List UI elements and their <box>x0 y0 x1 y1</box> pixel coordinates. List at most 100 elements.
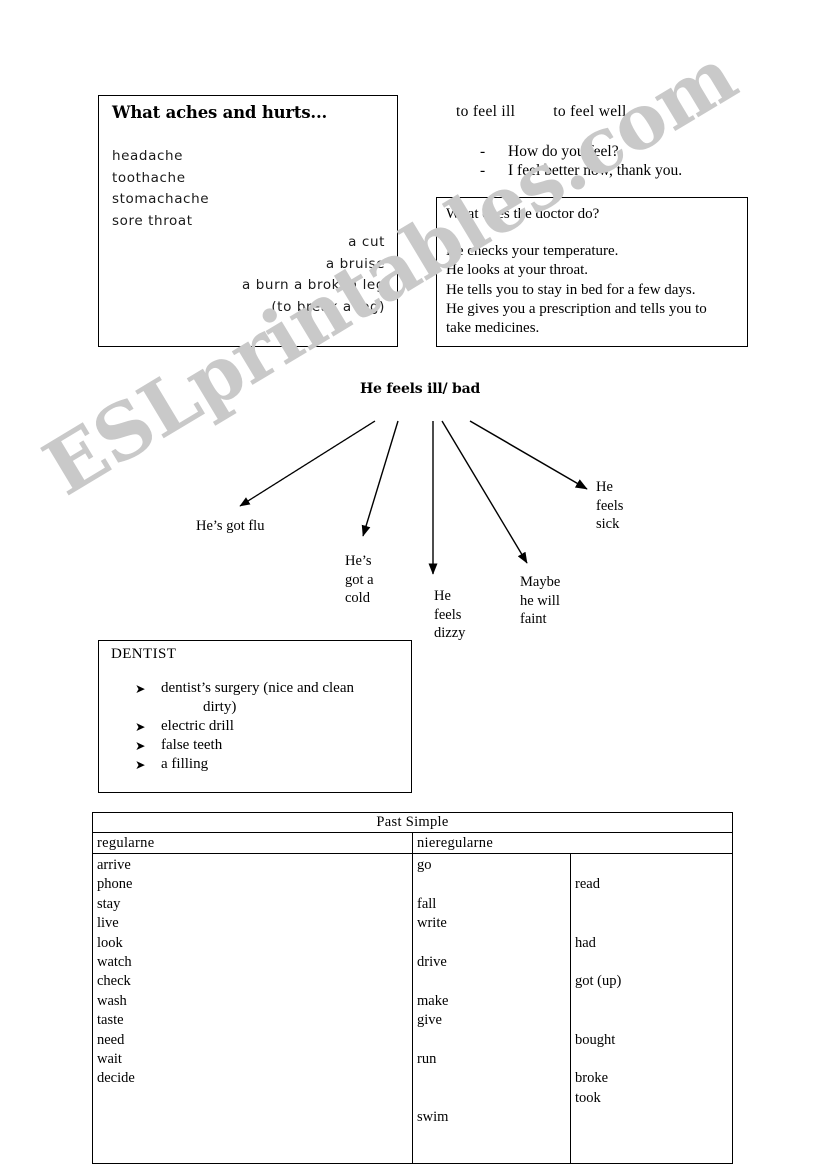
list-item: ➤ a filling <box>135 755 403 774</box>
node-line: feels <box>596 497 624 514</box>
verb-regular: phone <box>97 876 133 893</box>
arrow-to-sick <box>469 420 588 490</box>
arrow-to-cold <box>361 420 399 537</box>
verb-irregular: had <box>575 934 596 951</box>
doctor-answer-line: He looks at your throat. <box>446 262 589 279</box>
dash-marker: - <box>480 143 486 160</box>
verb-regular: check <box>97 973 131 990</box>
table-row: regularne nieregularne <box>92 832 734 854</box>
arrow-bullet-icon: ➤ <box>135 757 146 772</box>
verb-regular: decide <box>97 1070 135 1087</box>
doctor-answer-line: He gives you a prescription and tells yo… <box>446 300 707 317</box>
worksheet-page: ESLprintables.com What aches and hurts..… <box>0 0 821 1169</box>
list-item: stomachache <box>112 191 210 207</box>
node-line: cold <box>345 590 370 606</box>
verb-irregular: give <box>417 1012 442 1029</box>
verb-regular: live <box>97 915 119 932</box>
dialog-line: - How do you feel? <box>480 142 682 161</box>
verb-irregular: got (up) <box>575 973 622 990</box>
verb-regular: taste <box>97 1012 124 1029</box>
verb-irregular: swim <box>417 1109 449 1126</box>
verb-regular: wash <box>97 992 127 1009</box>
list-item-label: dentist’s surgery (nice and clean <box>161 680 354 696</box>
mindmap-node-dizzy: He feels dizzy <box>434 587 465 643</box>
verb-irregular: run <box>417 1051 437 1068</box>
arrow-to-flu <box>239 420 376 507</box>
to-feel-well-label: to feel well <box>553 103 627 120</box>
verb-irregular: read <box>575 876 600 893</box>
list-item: (to break a leg) <box>271 298 385 315</box>
verb-regular: look <box>97 934 123 951</box>
verb-regular: arrive <box>97 857 131 873</box>
arrow-bullet-icon: ➤ <box>135 719 146 734</box>
list-item-label: false teeth <box>161 737 223 753</box>
aches-right-list: a cut a bruise a burn a broken leg (to b… <box>242 232 385 318</box>
node-line: He <box>596 479 613 495</box>
dash-marker: - <box>480 162 486 179</box>
mindmap-node-cold: He’s got a cold <box>345 552 374 608</box>
dentist-box: DENTIST ➤ dentist’s surgery (nice and cl… <box>98 640 412 793</box>
table-row: arrive phone stay live look watch check wash tas… <box>92 853 734 1164</box>
node-line: He’s got flu <box>196 518 265 534</box>
node-line: He <box>434 588 451 604</box>
doctor-answer-line: He checks your temperature. <box>446 243 619 260</box>
list-item-label: a filling <box>161 756 209 772</box>
list-item-label: electric drill <box>161 718 234 734</box>
dialog-text: I feel better now, thank you. <box>508 162 683 179</box>
mindmap-title: He feels ill/ bad <box>360 381 481 397</box>
list-item: a cut <box>348 234 385 250</box>
node-line: feels <box>434 606 462 623</box>
mindmap-node-flu: He’s got flu <box>196 517 264 536</box>
doctor-answer-line: He tells you to stay in bed for a few da… <box>446 281 696 298</box>
dialog-text: How do you feel? <box>508 143 619 160</box>
regular-verbs-cell: arrive phone stay live look watch check wash tas… <box>92 853 413 1164</box>
verb-irregular: make <box>417 992 449 1009</box>
verb-regular: need <box>97 1031 125 1048</box>
list-item: ➤ dentist’s surgery (nice and clean dirt… <box>135 679 403 717</box>
verb-irregular: broke <box>575 1070 609 1087</box>
doctor-box: What does the doctor do? He checks your … <box>436 197 748 347</box>
arrow-bullet-icon: ➤ <box>135 738 146 753</box>
doctor-box-question: What does the doctor do? <box>446 206 600 222</box>
node-line: sick <box>596 516 620 532</box>
mindmap-node-faint: Maybe he will faint <box>520 573 560 629</box>
dialog-lines: - How do you feel? - I feel better now, th… <box>480 142 682 180</box>
list-item: sore throat <box>112 212 193 229</box>
mindmap-node-sick: He feels sick <box>596 478 623 534</box>
irregular-verbs-cell-2: read had got (up) bought broke took <box>569 853 734 1164</box>
table-title-cell: Past Simple <box>91 812 734 833</box>
node-line: got a <box>345 571 374 588</box>
to-feel-ill-label: to feel ill <box>456 103 516 120</box>
irregular-verbs-cell-1: go fall write drive make give run swim <box>412 853 571 1164</box>
verb-irregular: bought <box>575 1031 616 1048</box>
column-header-irregular: nieregularne <box>411 832 734 854</box>
verb-irregular: drive <box>417 954 447 971</box>
doctor-answer-line: take medicines. <box>446 320 540 337</box>
column-header-regular: regularne <box>92 832 413 854</box>
list-item: a burn a broken leg <box>241 277 385 293</box>
list-item: ➤ false teeth <box>135 736 403 755</box>
aches-and-hurts-box: What aches and hurts... headache toothac… <box>98 95 398 347</box>
verb-regular: stay <box>97 895 121 912</box>
table-row: Past Simple <box>91 812 734 833</box>
list-item: a bruise <box>325 255 385 272</box>
node-line: He’s <box>345 553 372 569</box>
arrow-to-faint <box>441 420 528 564</box>
verb-irregular: write <box>417 915 447 932</box>
list-item: toothache <box>112 169 186 186</box>
past-simple-table: Past Simple regularne nieregularne arriv… <box>91 812 734 1164</box>
node-line: faint <box>520 611 547 627</box>
arrow-bullet-icon: ➤ <box>135 681 146 696</box>
verb-irregular: fall <box>417 895 437 912</box>
node-line: Maybe <box>520 574 561 590</box>
dentist-box-heading: DENTIST <box>111 646 177 662</box>
list-item: ➤ electric drill <box>135 717 403 736</box>
feel-ill-well-line: to feel ill to feel well <box>456 103 627 121</box>
dentist-list: ➤ dentist’s surgery (nice and clean dirt… <box>135 679 403 774</box>
dialog-line: - I feel better now, thank you. <box>480 161 682 180</box>
verb-irregular: took <box>575 1089 601 1106</box>
aches-left-list: headache toothache stomachache sore thro… <box>112 146 209 232</box>
list-item-continuation: dirty) <box>203 699 237 715</box>
list-item: headache <box>112 148 184 164</box>
node-line: he will <box>520 592 560 609</box>
